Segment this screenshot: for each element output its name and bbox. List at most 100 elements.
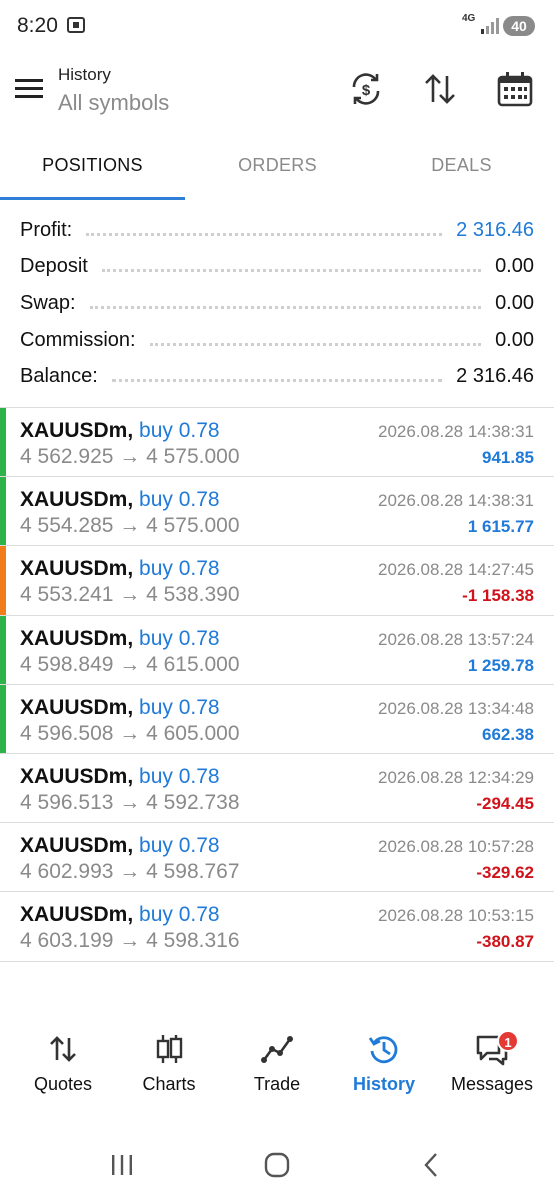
charts-icon <box>156 1035 183 1063</box>
symbol-filter[interactable]: All symbols <box>58 90 169 116</box>
back-icon[interactable] <box>417 1150 447 1180</box>
summary-row-profit: Profit: 2 316.46 <box>0 212 554 249</box>
nav-history[interactable]: History <box>329 1020 439 1110</box>
nav-messages[interactable]: 1 Messages <box>437 1020 547 1110</box>
summary-value: 0.00 <box>495 291 534 314</box>
nav-label: Quotes <box>33 1074 93 1094</box>
summary-row-swap: Swap: 0.00 <box>0 285 554 322</box>
dotted-leader <box>111 379 443 383</box>
symbol-name: XAUUSDm, <box>20 557 134 581</box>
summary-label: Balance: <box>20 365 98 388</box>
nav-charts[interactable]: Charts <box>114 1020 224 1110</box>
deal-symbol: XAUUSDm, buy 0.78 <box>20 834 220 858</box>
home-icon[interactable] <box>262 1150 292 1180</box>
deal-symbol: XAUUSDm, buy 0.78 <box>20 696 220 720</box>
summary-value: 2 316.46 <box>456 218 534 241</box>
deal-side: buy 0.78 <box>139 903 220 927</box>
symbol-name: XAUUSDm, <box>20 695 134 719</box>
summary-value: 2 316.46 <box>456 365 534 388</box>
deal-profit: -380.87 <box>476 932 534 952</box>
result-indicator-bar <box>0 823 6 891</box>
result-indicator-bar <box>0 408 6 477</box>
trade-icon <box>261 1036 293 1063</box>
deal-symbol: XAUUSDm, buy 0.78 <box>20 627 220 651</box>
symbol-name: XAUUSDm, <box>20 488 134 512</box>
deal-side: buy 0.78 <box>139 557 220 581</box>
menu-icon[interactable] <box>14 76 44 102</box>
svg-text:$: $ <box>362 82 371 99</box>
deal-profit: 941.85 <box>482 448 534 467</box>
nav-trade[interactable]: Trade <box>222 1020 332 1110</box>
battery-indicator: 40 <box>503 16 535 36</box>
table-row[interactable]: XAUUSDm, buy 0.78 4 562.925 → 4 575.000 20… <box>0 408 554 478</box>
table-row[interactable]: XAUUSDm, buy 0.78 4 553.241 → 4 538.390 20… <box>0 546 554 616</box>
nav-label: History <box>352 1074 415 1094</box>
summary-row-balance: Balance: 2 316.46 <box>0 358 554 395</box>
deal-side: buy 0.78 <box>139 834 220 858</box>
result-indicator-bar <box>0 684 6 753</box>
deal-prices: 4 602.993 → 4 598.767 <box>20 860 240 884</box>
tab-orders[interactable]: ORDERS <box>185 132 370 200</box>
symbol-name: XAUUSDm, <box>20 834 134 858</box>
dotted-leader <box>149 342 482 346</box>
summary-row-deposit: Deposit 0.00 <box>0 249 554 286</box>
history-icon <box>368 1036 398 1064</box>
deal-symbol: XAUUSDm, buy 0.78 <box>20 557 220 581</box>
deal-side: buy 0.78 <box>139 695 220 719</box>
table-row[interactable]: XAUUSDm, buy 0.78 4 596.508 → 4 605.000 20… <box>0 684 554 754</box>
table-row[interactable]: XAUUSDm, buy 0.78 4 602.993 → 4 598.767 20… <box>0 823 554 893</box>
quotes-icon <box>50 1036 76 1062</box>
toolbar: History All symbols $ <box>0 52 554 132</box>
deal-prices: 4 562.925 → 4 575.000 <box>20 445 240 468</box>
summary-label: Commission: <box>20 328 136 351</box>
result-indicator-bar <box>0 754 6 822</box>
nav-label: Charts <box>142 1074 196 1094</box>
deal-time: 2026.08.28 10:53:15 <box>378 906 534 926</box>
deal-prices: 4 554.285 → 4 575.000 <box>20 514 240 538</box>
system-navigation-bar <box>0 1130 554 1200</box>
sort-icon[interactable] <box>421 70 459 108</box>
bottom-navigation: Quotes Charts Trade History 1 Messages <box>0 1020 554 1110</box>
tab-bar: POSITIONS ORDERS DEALS <box>0 132 554 200</box>
symbol-name: XAUUSDm, <box>20 903 134 927</box>
deal-time: 2026.08.28 13:34:48 <box>378 698 534 718</box>
deal-prices: 4 603.199 → 4 598.316 <box>20 929 240 953</box>
summary-value: 0.00 <box>495 328 534 351</box>
deal-prices: 4 598.849 → 4 615.000 <box>20 652 240 676</box>
result-indicator-bar <box>0 546 6 615</box>
table-row[interactable]: XAUUSDm, buy 0.78 4 603.199 → 4 598.316 20… <box>0 892 554 962</box>
nav-quotes[interactable]: Quotes <box>8 1020 118 1110</box>
deal-profit: 1 259.78 <box>467 655 534 675</box>
deal-time: 2026.08.28 14:38:31 <box>378 491 534 511</box>
deal-symbol: XAUUSDm, buy 0.78 <box>20 903 220 927</box>
deal-time: 2026.08.28 14:38:31 <box>378 422 534 441</box>
deal-profit: 1 615.77 <box>467 517 534 537</box>
page-title: History <box>58 65 111 84</box>
table-row[interactable]: XAUUSDm, buy 0.78 4 596.513 → 4 592.738 20… <box>0 754 554 824</box>
calendar-icon[interactable] <box>496 70 534 108</box>
summary-label: Deposit <box>20 255 88 278</box>
deal-symbol: XAUUSDm, buy 0.78 <box>20 488 220 512</box>
currency-exchange-icon[interactable]: $ <box>347 70 385 108</box>
status-time: 8:20 <box>17 14 58 37</box>
deal-time: 2026.08.28 14:27:45 <box>378 560 534 580</box>
table-row[interactable]: XAUUSDm, buy 0.78 4 554.285 → 4 575.000 20… <box>0 477 554 547</box>
deal-side: buy 0.78 <box>139 488 220 512</box>
symbol-name: XAUUSDm, <box>20 419 134 442</box>
deal-profit: -294.45 <box>476 793 534 813</box>
symbol-name: XAUUSDm, <box>20 764 134 788</box>
nav-label: Messages <box>450 1074 534 1094</box>
deal-prices: 4 596.508 → 4 605.000 <box>20 721 240 745</box>
network-type: 4G <box>462 13 476 24</box>
tab-deals[interactable]: DEALS <box>369 132 554 200</box>
active-tab-indicator <box>0 197 185 200</box>
recent-apps-icon[interactable] <box>107 1150 137 1180</box>
table-row[interactable]: XAUUSDm, buy 0.78 4 598.849 → 4 615.000 20… <box>0 615 554 685</box>
deal-profit: -1 158.38 <box>462 586 534 606</box>
dotted-leader <box>101 269 482 273</box>
nav-label: Trade <box>253 1074 301 1094</box>
screenshot-icon <box>67 17 85 33</box>
deal-symbol: XAUUSDm, buy 0.78 <box>20 419 220 443</box>
tab-positions[interactable]: POSITIONS <box>0 132 185 200</box>
deal-time: 2026.08.28 13:57:24 <box>378 629 534 649</box>
